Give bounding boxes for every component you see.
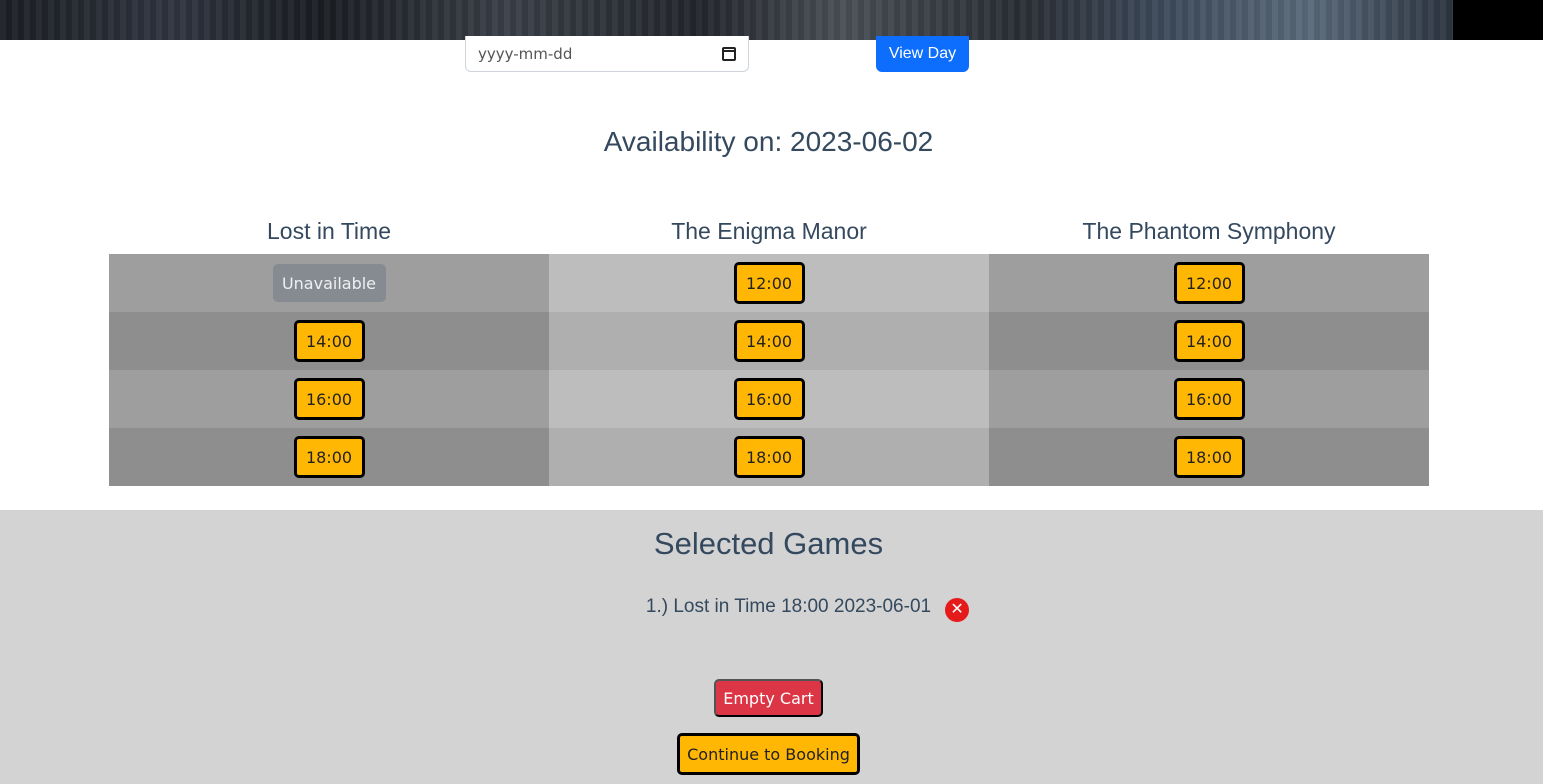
- time-slot-button[interactable]: 12:00: [733, 262, 805, 304]
- slot-cell: 16:00: [109, 370, 549, 428]
- selected-games-title: Selected Games: [653, 526, 884, 561]
- slot-cell: 14:00: [549, 312, 989, 370]
- cart-item: 1.) Lost in Time 18:00 2023-06-01 ✕: [0, 592, 1543, 622]
- slot-cell: 18:00: [549, 428, 989, 486]
- time-slot-button[interactable]: 16:00: [293, 378, 365, 420]
- time-slot-button[interactable]: 18:00: [293, 436, 365, 478]
- time-slot-button[interactable]: 14:00: [733, 320, 805, 362]
- slot-cell: 18:00: [109, 428, 549, 486]
- room-column-lost-in-time: Lost in Time Unavailable 14:00 16:00 18:…: [109, 210, 549, 486]
- calendar-icon[interactable]: [722, 46, 736, 61]
- date-input-placeholder: yyyy-mm-dd: [478, 44, 573, 63]
- room-title: Lost in Time: [267, 218, 391, 244]
- slot-cell: 16:00: [549, 370, 989, 428]
- time-slot-button[interactable]: 14:00: [293, 320, 365, 362]
- room-title: The Phantom Symphony: [1082, 218, 1336, 244]
- date-input[interactable]: yyyy-mm-dd: [465, 36, 749, 72]
- slot-cell: Unavailable: [109, 254, 549, 312]
- cart-item-text: 1.) Lost in Time 18:00 2023-06-01: [645, 596, 932, 617]
- hero-banner-edge: [1453, 0, 1543, 40]
- time-slot-button[interactable]: 18:00: [1173, 436, 1245, 478]
- room-title: The Enigma Manor: [671, 218, 867, 244]
- slot-cell: 16:00: [989, 370, 1429, 428]
- time-slot-button[interactable]: 16:00: [1173, 378, 1245, 420]
- slot-cell: 12:00: [989, 254, 1429, 312]
- empty-cart-button[interactable]: Empty Cart: [714, 679, 823, 717]
- time-slot-button[interactable]: 16:00: [733, 378, 805, 420]
- room-column-phantom-symphony: The Phantom Symphony 12:00 14:00 16:00 1…: [989, 210, 1429, 486]
- availability-heading: Availability on: 2023-06-02: [603, 126, 934, 157]
- selected-games-panel: Selected Games 1.) Lost in Time 18:00 20…: [0, 510, 1543, 784]
- continue-to-booking-button[interactable]: Continue to Booking: [677, 733, 860, 775]
- slot-cell: 14:00: [989, 312, 1429, 370]
- time-slot-button[interactable]: 18:00: [733, 436, 805, 478]
- view-day-button[interactable]: View Day: [876, 36, 969, 72]
- room-column-enigma-manor: The Enigma Manor 12:00 14:00 16:00 18:00: [549, 210, 989, 486]
- unavailable-button: Unavailable: [272, 264, 386, 302]
- availability-grid: Lost in Time Unavailable 14:00 16:00 18:…: [109, 210, 1429, 486]
- time-slot-button[interactable]: 12:00: [1173, 262, 1245, 304]
- close-circle-icon[interactable]: ✕: [945, 598, 970, 622]
- slot-cell: 18:00: [989, 428, 1429, 486]
- slot-cell: 14:00: [109, 312, 549, 370]
- time-slot-button[interactable]: 14:00: [1173, 320, 1245, 362]
- hero-banner-image: [0, 0, 1453, 40]
- slot-cell: 12:00: [549, 254, 989, 312]
